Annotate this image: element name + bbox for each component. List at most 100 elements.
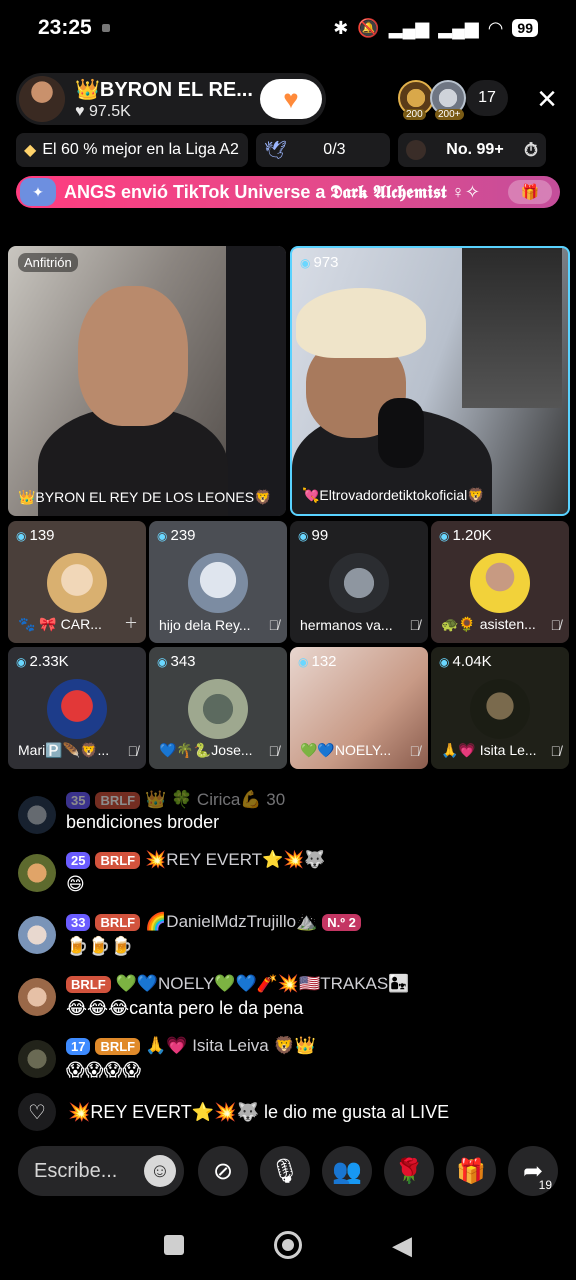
signal-icon: ▂▄▆: [388, 17, 430, 38]
emoji-icon[interactable]: ☺: [144, 1155, 176, 1187]
chat-avatar[interactable]: [18, 854, 56, 892]
chat-avatar[interactable]: [18, 796, 56, 834]
guest-tile[interactable]: 139 🐾 🎀 CAR... ＋: [8, 521, 146, 643]
guest-viewer-count: 1.20K: [439, 527, 491, 544]
chat-username[interactable]: 💚💙NOELY💚💙🧨💥🇺🇸TRAKAS👨‍👧: [116, 974, 410, 994]
level-badge: 17: [66, 1037, 91, 1055]
viewer-count[interactable]: 17: [466, 80, 508, 116]
rose-gift-button[interactable]: 🌹: [384, 1146, 434, 1196]
host-avatar[interactable]: [19, 76, 65, 122]
diamond-icon: ◆: [24, 142, 37, 159]
add-icon[interactable]: ＋: [124, 613, 138, 633]
level-badge: 35: [66, 791, 91, 809]
heart-outline-icon[interactable]: ♡: [18, 1093, 56, 1131]
share-button[interactable]: ➦ 19: [508, 1146, 558, 1196]
guest-viewer-count: 4.04K: [439, 653, 491, 670]
chat-text: 😂😂😂canta pero le da pena: [66, 998, 304, 1018]
guest-avatar: [47, 553, 107, 613]
camera-off-icon: ⊘: [212, 1157, 234, 1185]
chat-username[interactable]: 🌈DanielMdzTrujillo⛰️: [145, 912, 317, 932]
chat-meta: BRLF 💚💙NOELY💚💙🧨💥🇺🇸TRAKAS👨‍👧: [66, 974, 409, 994]
guest-viewer-count: 99: [298, 527, 328, 544]
background-curtain: [226, 246, 286, 516]
chat-avatar[interactable]: [18, 916, 56, 954]
mic-off-icon: 🎙̸: [268, 743, 280, 759]
share-count: 19: [538, 1178, 552, 1192]
rank-badge: N.º 2: [322, 913, 361, 931]
guest-tile[interactable]: 132 💚💙NOELY... 🎙̸: [290, 647, 428, 769]
top-viewer-avatar[interactable]: 200: [398, 80, 434, 120]
guest-tile[interactable]: 4.04K 🙏💗 Isita Le... 🎙̸: [431, 647, 569, 769]
viewer-rank-badge: 200: [403, 109, 426, 120]
guest-name: hermanos va...: [300, 617, 393, 633]
status-icons: ✱ 🔕 ▂▄▆ ▂▄▆ ◠ 99: [333, 18, 538, 39]
league-pill[interactable]: ◆ El 60 % mejor en la Liga A2: [16, 133, 248, 167]
status-bar: 23:25 ✱ 🔕 ▂▄▆ ▂▄▆ ◠ 99: [0, 0, 576, 56]
team-badge: BRLF: [95, 913, 141, 931]
guests-icon: 👥: [332, 1157, 362, 1185]
home-button[interactable]: [274, 1231, 302, 1259]
chat-meta: 35 BRLF 👑 🍀 Cirica💪 30: [66, 790, 285, 810]
top-viewers[interactable]: 200 200+: [398, 80, 466, 120]
guest-viewer-count: 2.33K: [16, 653, 68, 670]
back-button[interactable]: ◀: [392, 1230, 412, 1261]
guest-name: 🐢🌻 asisten...: [441, 616, 536, 632]
comment-input[interactable]: Escribe... ☺: [18, 1146, 184, 1196]
close-button[interactable]: ×: [528, 80, 566, 118]
rank-pill[interactable]: No. 99+ ⏱: [398, 133, 546, 167]
guest-avatar: [188, 679, 248, 739]
chat-text: 😄: [66, 874, 85, 894]
mic-off-icon: 🎙̸: [409, 743, 421, 759]
guest-name: 🙏💗 Isita Le...: [441, 742, 537, 758]
team-badge: BRLF: [95, 851, 141, 869]
recents-button[interactable]: [164, 1235, 184, 1255]
goal-pill[interactable]: 🕊 0/3: [256, 133, 390, 167]
notification-icon: [101, 24, 110, 32]
guest-tile-name: 💘Eltrovadordetiktokoficial🦁: [302, 487, 485, 503]
chat-meta: 25 BRLF 💥REY EVERT⭐💥🐺: [66, 850, 326, 870]
comment-placeholder: Escribe...: [34, 1159, 118, 1182]
battery-indicator: 99: [512, 19, 538, 37]
host-info: 👑BYRON EL RE... ♥ 97.5K: [75, 77, 255, 121]
guest-tile[interactable]: 99 hermanos va... 🎙̸: [290, 521, 428, 643]
gift-icon[interactable]: 🎁: [508, 180, 552, 204]
chat-meta: 33 BRLF 🌈DanielMdzTrujillo⛰️ N.º 2: [66, 912, 361, 932]
guest-video-tile[interactable]: 973 💘Eltrovadordetiktokoficial🦁: [290, 246, 570, 516]
chat-avatar[interactable]: [18, 978, 56, 1016]
guest-viewer-count: 132: [298, 653, 336, 670]
gift-banner[interactable]: ✦ ANGS envió TikTok Universe a 𝕯𝖆𝖗𝖐 𝕬𝖑𝖈𝖍…: [16, 176, 560, 208]
guest-viewer-count: 343: [157, 653, 195, 670]
chat-username[interactable]: 👑 🍀 Cirica💪 30: [145, 790, 285, 810]
gift-sender-icon: ✦: [20, 178, 56, 206]
chat-username[interactable]: 💥REY EVERT⭐💥🐺: [145, 850, 325, 870]
gift-button[interactable]: 🎁: [446, 1146, 496, 1196]
chat-avatar[interactable]: [18, 1040, 56, 1078]
mic-off-icon: 🎙̸: [268, 617, 280, 633]
guest-viewer-count: 973: [300, 254, 338, 271]
follow-button[interactable]: ♥ 19: [260, 79, 322, 119]
chat-text: 😱😱😱😱: [66, 1060, 142, 1080]
goal-text: 0/3: [323, 141, 346, 158]
top-viewer-avatar[interactable]: 200+: [430, 80, 466, 120]
guest-tile[interactable]: 1.20K 🐢🌻 asisten... 🎙̸: [431, 521, 569, 643]
mic-off-icon: 🎙̸: [550, 617, 562, 633]
mic-off-icon: 🎙̸: [127, 743, 139, 759]
level-badge: 25: [66, 851, 91, 869]
gift-icon: 🎁: [456, 1157, 486, 1185]
mute-icon: 🔕: [357, 17, 380, 38]
rose-icon: 🌹: [394, 1157, 424, 1185]
guest-tile[interactable]: 2.33K Mari🅿️🪶🦁... 🎙̸: [8, 647, 146, 769]
viewer-rank-badge: 200+: [435, 109, 464, 120]
guest-name: Mari🅿️🪶🦁...: [18, 742, 110, 758]
host-profile-pill[interactable]: 👑BYRON EL RE... ♥ 97.5K ♥ 19: [16, 73, 326, 125]
guest-name: 💚💙NOELY...: [300, 742, 392, 758]
guest-tile[interactable]: 343 💙🌴🐍Jose... 🎙̸: [149, 647, 287, 769]
mic-off-button[interactable]: 🎙: [260, 1146, 310, 1196]
guest-tile[interactable]: 239 hijo dela Rey... 🎙̸: [149, 521, 287, 643]
guests-button[interactable]: 👥: [322, 1146, 372, 1196]
camera-off-button[interactable]: ⊘: [198, 1146, 248, 1196]
lion-poster: [462, 248, 562, 408]
host-video-tile[interactable]: Anfitrión 👑BYRON EL REY DE LOS LEONES🦁: [8, 246, 286, 516]
team-badge: BRLF: [95, 791, 141, 809]
chat-username[interactable]: 🙏💗 Isita Leiva 🦁👑: [145, 1036, 316, 1056]
